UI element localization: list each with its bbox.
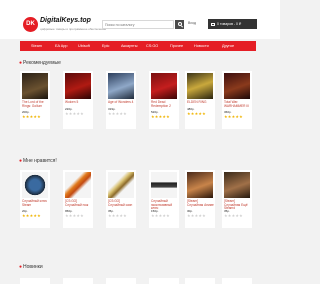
product-image[interactable] <box>224 73 250 99</box>
product-image[interactable] <box>65 73 91 99</box>
product-image[interactable] <box>108 172 134 198</box>
search-button[interactable] <box>175 20 184 29</box>
search-input[interactable] <box>102 20 174 29</box>
product-image[interactable] <box>108 73 134 99</box>
nav-item[interactable]: Другое <box>222 41 234 51</box>
product-image[interactable] <box>187 172 213 198</box>
login-link[interactable]: Вход <box>188 21 196 25</box>
product-name[interactable]: Total War: WARHAMMER III <box>224 100 252 108</box>
product-card[interactable]: Случайный эксклюзивный ключ 150р. ★★★★★ <box>149 170 179 228</box>
search-icon-handle <box>180 24 183 28</box>
rating-stars: ★★★★★ <box>108 110 127 116</box>
product-image[interactable] <box>22 73 48 99</box>
main-nav: Steam EA App Ubisoft Epic Аккаунты CS:GO… <box>20 41 256 51</box>
product-card[interactable] <box>63 278 93 284</box>
rating-stars: ★★★★★ <box>187 213 206 219</box>
product-card[interactable] <box>20 278 50 284</box>
product-card[interactable]: The Lord of the Rings: Gollum 200р. ★★★★★ <box>20 71 50 129</box>
product-card[interactable]: Случайный ключ Steam 20р. ★★★★★ <box>20 170 50 228</box>
product-price: 220р. <box>65 106 73 111</box>
product-price: 319р. <box>108 106 116 111</box>
product-card[interactable] <box>222 278 252 284</box>
logo-subtitle: цифровые товары и программное обеспечени… <box>40 27 107 31</box>
product-image[interactable] <box>151 172 177 198</box>
product-image[interactable] <box>224 172 250 198</box>
product-name[interactable]: The Lord of the Rings: Gollum <box>22 100 50 108</box>
product-card[interactable]: [CS:GO] Случайный скин 35р. ★★★★★ <box>106 170 136 228</box>
nav-item[interactable]: Новости <box>194 41 209 51</box>
nav-item[interactable]: Steam <box>31 41 42 51</box>
product-name[interactable]: Age of Wonders 4 <box>108 100 136 105</box>
section-title-recommended: ●Рекомендуемые <box>19 60 61 66</box>
rating-stars: ★★★★★ <box>108 213 127 219</box>
product-name[interactable]: Wolcen 5 <box>65 100 93 105</box>
product-name[interactable]: Случайный ключ Steam <box>22 199 50 207</box>
cart-icon <box>211 22 215 26</box>
nav-item[interactable]: CS:GO <box>146 41 158 51</box>
rating-stars: ★★★★★ <box>187 110 206 116</box>
product-name[interactable]: [CS:GO] Случайный скин <box>108 199 136 207</box>
product-card[interactable]: [CS:GO] Случайный нож 950р. ★★★★★ <box>63 170 93 228</box>
product-name[interactable]: Red Dead Redemption 2 <box>151 100 179 108</box>
cart-label: 0 товаров - 0 ₽ <box>217 22 242 26</box>
site-header: DK DigitalKeys.top цифровые товары и про… <box>0 0 280 39</box>
nav-item[interactable]: Аккаунты <box>121 41 137 51</box>
nav-item[interactable]: EA App <box>55 41 67 51</box>
nav-item[interactable]: Epic <box>102 41 109 51</box>
rating-stars: ★★★★★ <box>65 110 84 116</box>
section-title-liked: ●Мне нравится! <box>19 158 57 164</box>
product-card[interactable]: Age of Wonders 4 319р. ★★★★★ <box>106 71 136 129</box>
product-price: 480р. <box>187 106 195 111</box>
rating-stars: ★★★★★ <box>65 213 84 219</box>
rating-stars: ★★★★★ <box>151 213 170 219</box>
product-card[interactable] <box>106 278 136 284</box>
rating-stars: ★★★★★ <box>22 114 41 120</box>
product-card[interactable] <box>149 278 179 284</box>
product-card[interactable] <box>185 278 215 284</box>
logo-icon[interactable]: DK <box>23 17 38 32</box>
product-image[interactable] <box>151 73 177 99</box>
rating-stars: ★★★★★ <box>224 213 243 219</box>
product-card[interactable]: Red Dead Redemption 2 520р. ★★★★★ <box>149 71 179 129</box>
product-card[interactable]: Total War: WARHAMMER III 360р. ★★★★★ <box>222 71 252 129</box>
product-image[interactable] <box>22 172 48 198</box>
product-card[interactable]: [Steam] Случайная Ещё Steamd 35р. ★★★★★ <box>222 170 252 228</box>
product-name[interactable]: ELDEN RING <box>187 100 215 105</box>
logo-title[interactable]: DigitalKeys.top <box>40 17 91 24</box>
product-card[interactable]: [Steam] Случайная Аниме 30р. ★★★★★ <box>185 170 215 228</box>
rating-stars: ★★★★★ <box>151 114 170 120</box>
product-name[interactable]: [Steam] Случайная Аниме <box>187 199 215 207</box>
product-image[interactable] <box>65 172 91 198</box>
product-name[interactable]: [CS:GO] Случайный нож <box>65 199 93 207</box>
product-card[interactable]: ELDEN RING 480р. ★★★★★ <box>185 71 215 129</box>
product-card[interactable]: Wolcen 5 220р. ★★★★★ <box>63 71 93 129</box>
section-title-new: ●Новинки <box>19 264 43 270</box>
product-image[interactable] <box>187 73 213 99</box>
rating-stars: ★★★★★ <box>224 114 243 120</box>
rating-stars: ★★★★★ <box>22 213 41 219</box>
nav-item[interactable]: Прочее <box>170 41 183 51</box>
cart-button[interactable]: 0 товаров - 0 ₽ <box>208 19 257 29</box>
nav-item[interactable]: Ubisoft <box>78 41 90 51</box>
